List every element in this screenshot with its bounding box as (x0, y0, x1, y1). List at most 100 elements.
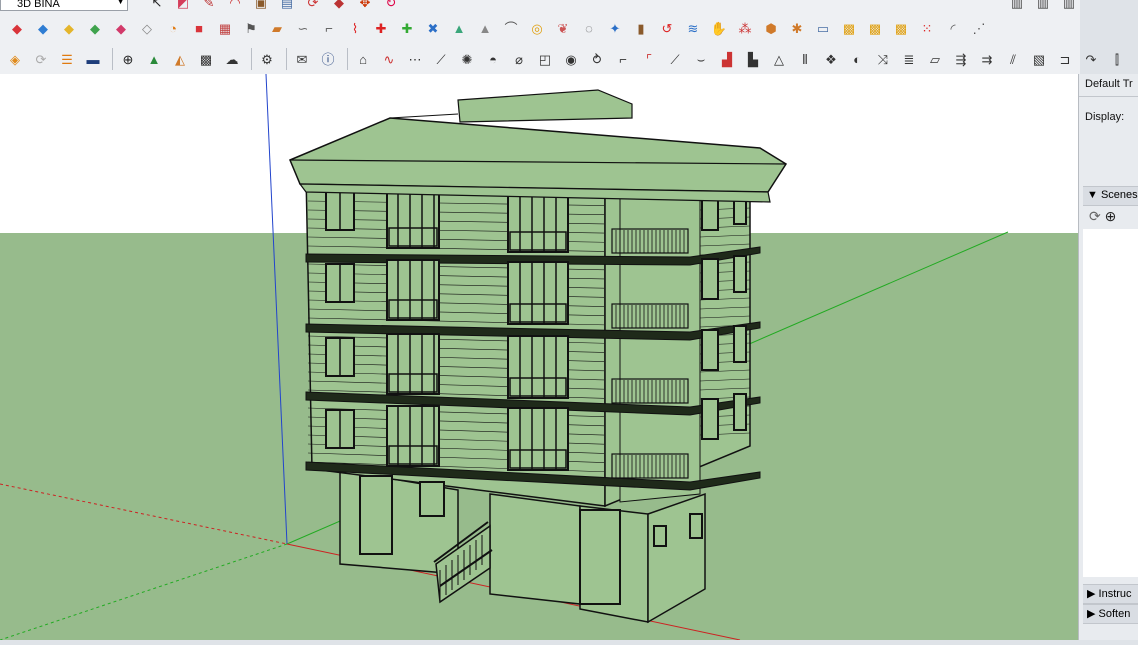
pencil-icon[interactable]: ✎ (198, 0, 220, 13)
dotted-arc-icon[interactable]: ◜ (942, 17, 964, 39)
plane-icon[interactable]: ▱ (924, 48, 946, 70)
add-circle-icon[interactable]: ⊕ (117, 48, 139, 70)
pattern-c-icon[interactable]: ▩ (890, 17, 912, 39)
model-dropdown[interactable]: 3D BİNA ▼ (0, 0, 128, 11)
plus-green-icon[interactable]: ✚ (396, 17, 418, 39)
model-viewport[interactable] (0, 73, 1078, 641)
info-icon[interactable]: ⓘ (317, 48, 339, 70)
cube-outline-icon[interactable]: ◰ (534, 48, 556, 70)
stairs-a-icon[interactable]: ▟ (716, 48, 738, 70)
refresh-scenes-icon[interactable]: ⟳ (1089, 208, 1101, 224)
gear-icon[interactable]: ⚙ (256, 48, 278, 70)
pipe-icon[interactable]: ∽ (292, 17, 314, 39)
rotate-face-icon[interactable]: ↷ (1080, 48, 1102, 70)
rope-icon[interactable]: ◎ (526, 17, 548, 39)
layer-gray-icon[interactable]: ◇ (136, 17, 158, 39)
loop-red-icon[interactable]: ↺ (656, 17, 678, 39)
pyramid-icon[interactable]: △ (768, 48, 790, 70)
red-square-icon[interactable]: ■ (188, 17, 210, 39)
scenes-header[interactable]: ▼ Scenes (1083, 186, 1138, 206)
connect-icon[interactable]: ⋯ (404, 48, 426, 70)
arrows-a-icon[interactable]: ⇶ (950, 48, 972, 70)
curl-icon[interactable]: ❦ (552, 17, 574, 39)
refresh-icon[interactable]: ⟳ (30, 48, 52, 70)
spiral-icon[interactable]: ◔ (162, 17, 184, 39)
cloud-upload-icon[interactable]: ☁ (221, 48, 243, 70)
tree-icon[interactable]: ▲ (143, 48, 165, 70)
component-b-icon[interactable]: ▥ (1032, 0, 1054, 13)
wheel-icon[interactable]: ✺ (456, 48, 478, 70)
layer-pink-icon[interactable]: ◆ (110, 17, 132, 39)
cube-orange-icon[interactable]: ▰ (266, 17, 288, 39)
tile-icon[interactable]: ▭ (812, 17, 834, 39)
twist-icon[interactable]: ⤨ (872, 48, 894, 70)
arc-icon[interactable]: ◠ (224, 0, 246, 13)
extrude-edges-icon[interactable]: ⌂ (352, 48, 374, 70)
bracket-icon[interactable]: ⊐ (1054, 48, 1076, 70)
bezier-icon[interactable]: ⌇ (344, 17, 366, 39)
flag-icon[interactable]: ⚑ (240, 17, 262, 39)
points-icon[interactable]: ⁙ (916, 17, 938, 39)
instructor-header[interactable]: ▶ Instruc (1083, 584, 1138, 604)
eraser-icon[interactable]: ◩ (172, 0, 194, 13)
expand-right-icon[interactable]: ▶ (1087, 608, 1095, 620)
box-icon[interactable]: ▤ (276, 0, 298, 13)
tray-title[interactable]: Default Tr (1085, 78, 1133, 90)
soften-edges-header[interactable]: ▶ Soften (1083, 604, 1138, 624)
triangle-icon[interactable]: ▲ (448, 17, 470, 39)
paint-icon[interactable]: ◆ (328, 0, 350, 13)
pattern-b-icon[interactable]: ▩ (864, 17, 886, 39)
helix-icon[interactable]: ⥁ (586, 48, 608, 70)
mesh-icon[interactable]: ❖ (820, 48, 842, 70)
layer-green-icon[interactable]: ◆ (84, 17, 106, 39)
knife-icon[interactable]: ⟋ (430, 48, 452, 70)
ring-icon[interactable]: ◌ (578, 17, 600, 39)
columns-icon[interactable]: ⫴ (794, 48, 816, 70)
layer-red-icon[interactable]: ◆ (6, 17, 28, 39)
lasso-icon[interactable]: ⌒ (500, 17, 522, 39)
component-c-icon[interactable]: ▥ (1058, 0, 1080, 13)
follow-me-icon[interactable]: ⟳ (302, 0, 324, 13)
shell-icon[interactable]: ◐ (846, 48, 868, 70)
chevron-down-icon[interactable]: ▼ (116, 0, 125, 6)
rotate-icon[interactable]: ↻ (380, 0, 402, 13)
layers-icon[interactable]: ≣ (898, 48, 920, 70)
layers-stack-icon[interactable]: ☰ (56, 48, 78, 70)
scene-canvas[interactable] (0, 73, 1078, 641)
stripes-icon[interactable]: ⫽ (1002, 48, 1024, 70)
pattern-a-icon[interactable]: ▩ (838, 17, 860, 39)
arrows-b-icon[interactable]: ⇉ (976, 48, 998, 70)
ground-floor-center-wall[interactable] (489, 493, 581, 605)
select-icon[interactable]: ↖ (146, 0, 168, 13)
plus-red-icon[interactable]: ✚ (370, 17, 392, 39)
hex-icon[interactable]: ⬢ (760, 17, 782, 39)
orange-box-icon[interactable]: ◈ (4, 48, 26, 70)
cross-blue-icon[interactable]: ✖ (422, 17, 444, 39)
hatch-icon[interactable]: ▧ (1028, 48, 1050, 70)
mail-icon[interactable]: ✉ (291, 48, 313, 70)
scenes-list[interactable] (1083, 229, 1138, 577)
curve-icon[interactable]: ⌣ (690, 48, 712, 70)
triangle-alt-icon[interactable]: ▲ (474, 17, 496, 39)
monitor-icon[interactable]: ▬ (82, 48, 104, 70)
layer-yellow-icon[interactable]: ◆ (58, 17, 80, 39)
fillet-icon[interactable]: ⌐ (612, 48, 634, 70)
hand-icon[interactable]: ✋ (708, 17, 730, 39)
star-blue-icon[interactable]: ✦ (604, 17, 626, 39)
split-icon[interactable]: ⫿ (1106, 48, 1128, 70)
expand-right-icon[interactable]: ▶ (1087, 588, 1095, 600)
chamfer-icon[interactable]: ⌜ (638, 48, 660, 70)
corner-icon[interactable]: ⌐ (318, 17, 340, 39)
slope-icon[interactable]: ⟋ (664, 48, 686, 70)
bucket-icon[interactable]: ▮ (630, 17, 652, 39)
landscape-icon[interactable]: ◭ (169, 48, 191, 70)
cylinder-icon[interactable]: ⌀ (508, 48, 530, 70)
expand-down-icon[interactable]: ▼ (1087, 189, 1098, 201)
blob-icon[interactable]: ◓ (482, 48, 504, 70)
bug-icon[interactable]: ✱ (786, 17, 808, 39)
path-icon[interactable]: ∿ (378, 48, 400, 70)
push-pull-icon[interactable]: ▣ (250, 0, 272, 13)
dotted-path-icon[interactable]: ⋰ (968, 17, 990, 39)
sphere-icon[interactable]: ◉ (560, 48, 582, 70)
wave-icon[interactable]: ≋ (682, 17, 704, 39)
